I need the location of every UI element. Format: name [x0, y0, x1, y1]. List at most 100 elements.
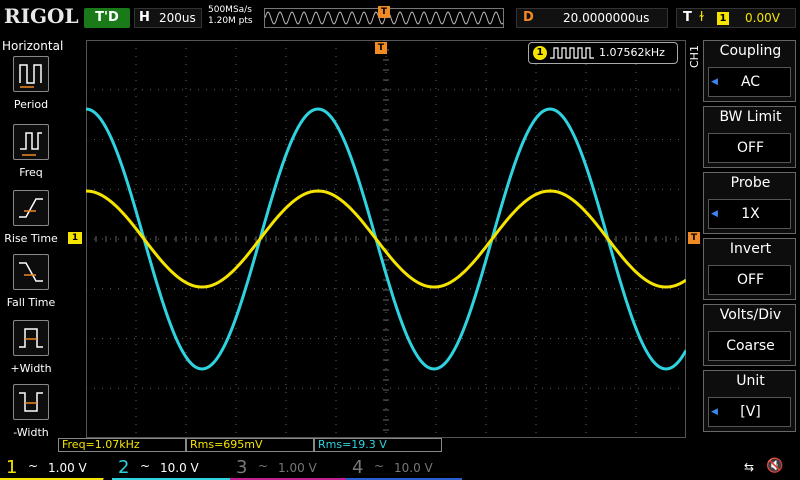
grid-dot [398, 139, 399, 140]
grid-dot [585, 80, 587, 81]
grid-dot [630, 188, 631, 190]
grid-dot [286, 139, 287, 140]
grid-dot [142, 387, 143, 389]
grid-dot [335, 96, 337, 97]
grid-dot [585, 128, 587, 129]
grid-dot [254, 338, 255, 339]
grid-dot [502, 89, 503, 91]
run-state-badge[interactable]: T'D [84, 8, 130, 28]
measure-fall-time-button[interactable]: Fall Time [0, 254, 62, 318]
measurement-rms-ch2[interactable]: Rms=19.3 V [314, 438, 442, 452]
measure-positive-width-button[interactable]: +Width [0, 320, 62, 384]
grid-dot [285, 136, 287, 137]
trigger-level-marker[interactable]: T [688, 232, 700, 244]
measure-freq-button[interactable]: Freq [0, 124, 62, 188]
probe-menu-item[interactable]: Probe ◀ 1X [703, 172, 796, 234]
grid-dot [670, 139, 671, 140]
grid-dot [678, 338, 679, 339]
ch4-scale: 10.0 V [394, 461, 433, 475]
grid-dot [535, 232, 537, 233]
timebase-box[interactable]: H 200us [134, 8, 202, 28]
measure-rise-time-button[interactable]: Rise Time [0, 190, 62, 254]
grid-dot [485, 56, 487, 57]
grid-dot [270, 89, 271, 91]
grid-dot [654, 387, 655, 389]
grid-dot [585, 248, 587, 249]
ch1-status-tab[interactable]: 1 ~ 1.00 V [0, 456, 112, 480]
grid-dot [435, 320, 437, 321]
grid-dot [635, 416, 637, 417]
coupling-menu-item[interactable]: Coupling ◀ AC [703, 40, 796, 102]
grid-dot [385, 56, 387, 57]
measure-period-button[interactable]: Period [0, 56, 62, 120]
measurement-rms-ch1[interactable]: Rms=695mV [186, 438, 314, 452]
grid-dot [585, 360, 587, 361]
grid-dot [235, 328, 237, 329]
grid-dot [285, 224, 287, 225]
grid-dot [135, 376, 137, 377]
grid-dot [566, 188, 567, 190]
grid-dot [535, 208, 537, 209]
trigger-time-marker[interactable]: T [375, 42, 387, 54]
grid-dot [134, 139, 135, 140]
grid-dot [435, 280, 437, 281]
grid-dot [558, 338, 559, 339]
grid-dot [335, 328, 337, 329]
grid-dot [486, 188, 487, 190]
grid-dot [222, 139, 223, 140]
grid-dot [435, 256, 437, 257]
grid-dot [670, 89, 671, 91]
measure-negative-width-button[interactable]: -Width [0, 384, 62, 448]
probe-title: Probe [730, 175, 771, 191]
grid-dot [574, 387, 575, 389]
probe-value-box[interactable]: ◀ 1X [708, 199, 791, 229]
grid-dot [310, 288, 311, 290]
grid-dot [198, 288, 199, 290]
grid-dot [285, 336, 287, 337]
volts-div-value: Coarse [726, 338, 775, 354]
coupling-value-box[interactable]: ◀ AC [708, 67, 791, 97]
grid-dot [135, 288, 137, 289]
bw-limit-value-box[interactable]: OFF [708, 133, 791, 163]
unit-menu-item[interactable]: Unit ◀ [V] [703, 370, 796, 432]
measurement-freq[interactable]: Freq=1.07kHz [58, 438, 186, 452]
grid-dot [335, 304, 337, 305]
invert-menu-item[interactable]: Invert OFF [703, 238, 796, 300]
trigger-box[interactable]: T ɫ 1 0.00V [676, 8, 796, 28]
grid-dot [470, 89, 471, 91]
grid-dot [182, 338, 183, 339]
grid-dot [385, 384, 387, 385]
invert-value: OFF [736, 272, 765, 288]
grid-dot [485, 416, 487, 417]
grid-dot [485, 360, 487, 361]
unit-value-box[interactable]: ◀ [V] [708, 397, 791, 427]
grid-dot [135, 352, 137, 353]
volts-div-value-box[interactable]: Coarse [708, 331, 791, 361]
waveform-display[interactable] [86, 40, 686, 438]
grid-dot [235, 304, 237, 305]
bw-limit-menu-item[interactable]: BW Limit OFF [703, 106, 796, 168]
grid-dot [438, 338, 439, 339]
grid-dot [622, 188, 623, 190]
delay-box[interactable]: D 20.0000000us [516, 8, 668, 28]
grid-dot [185, 152, 187, 153]
invert-value-box[interactable]: OFF [708, 265, 791, 295]
ch4-status-tab[interactable]: 4 ~ 10.0 V [346, 456, 462, 480]
grid-dot [646, 139, 647, 140]
grid-dot [318, 288, 319, 290]
ch2-status-tab[interactable]: 2 ~ 10.0 V [112, 456, 230, 480]
speaker-muted-icon[interactable]: 🔇 [766, 458, 783, 474]
volts-div-menu-item[interactable]: Volts/Div Coarse [703, 304, 796, 366]
grid-dot [542, 338, 543, 339]
grid-dot [135, 296, 137, 297]
grid-dot [438, 89, 439, 91]
ch3-status-tab[interactable]: 3 ~ 1.00 V [230, 456, 346, 480]
ch1-number: 1 [6, 457, 18, 478]
ch1-offset-marker[interactable]: 1 [68, 232, 82, 244]
grid-dot [214, 338, 215, 339]
grid-dot [86, 387, 87, 389]
grid-dot [235, 152, 237, 153]
grid-dot [585, 64, 587, 65]
grid-dot [635, 168, 637, 169]
grid-dot [358, 338, 359, 339]
